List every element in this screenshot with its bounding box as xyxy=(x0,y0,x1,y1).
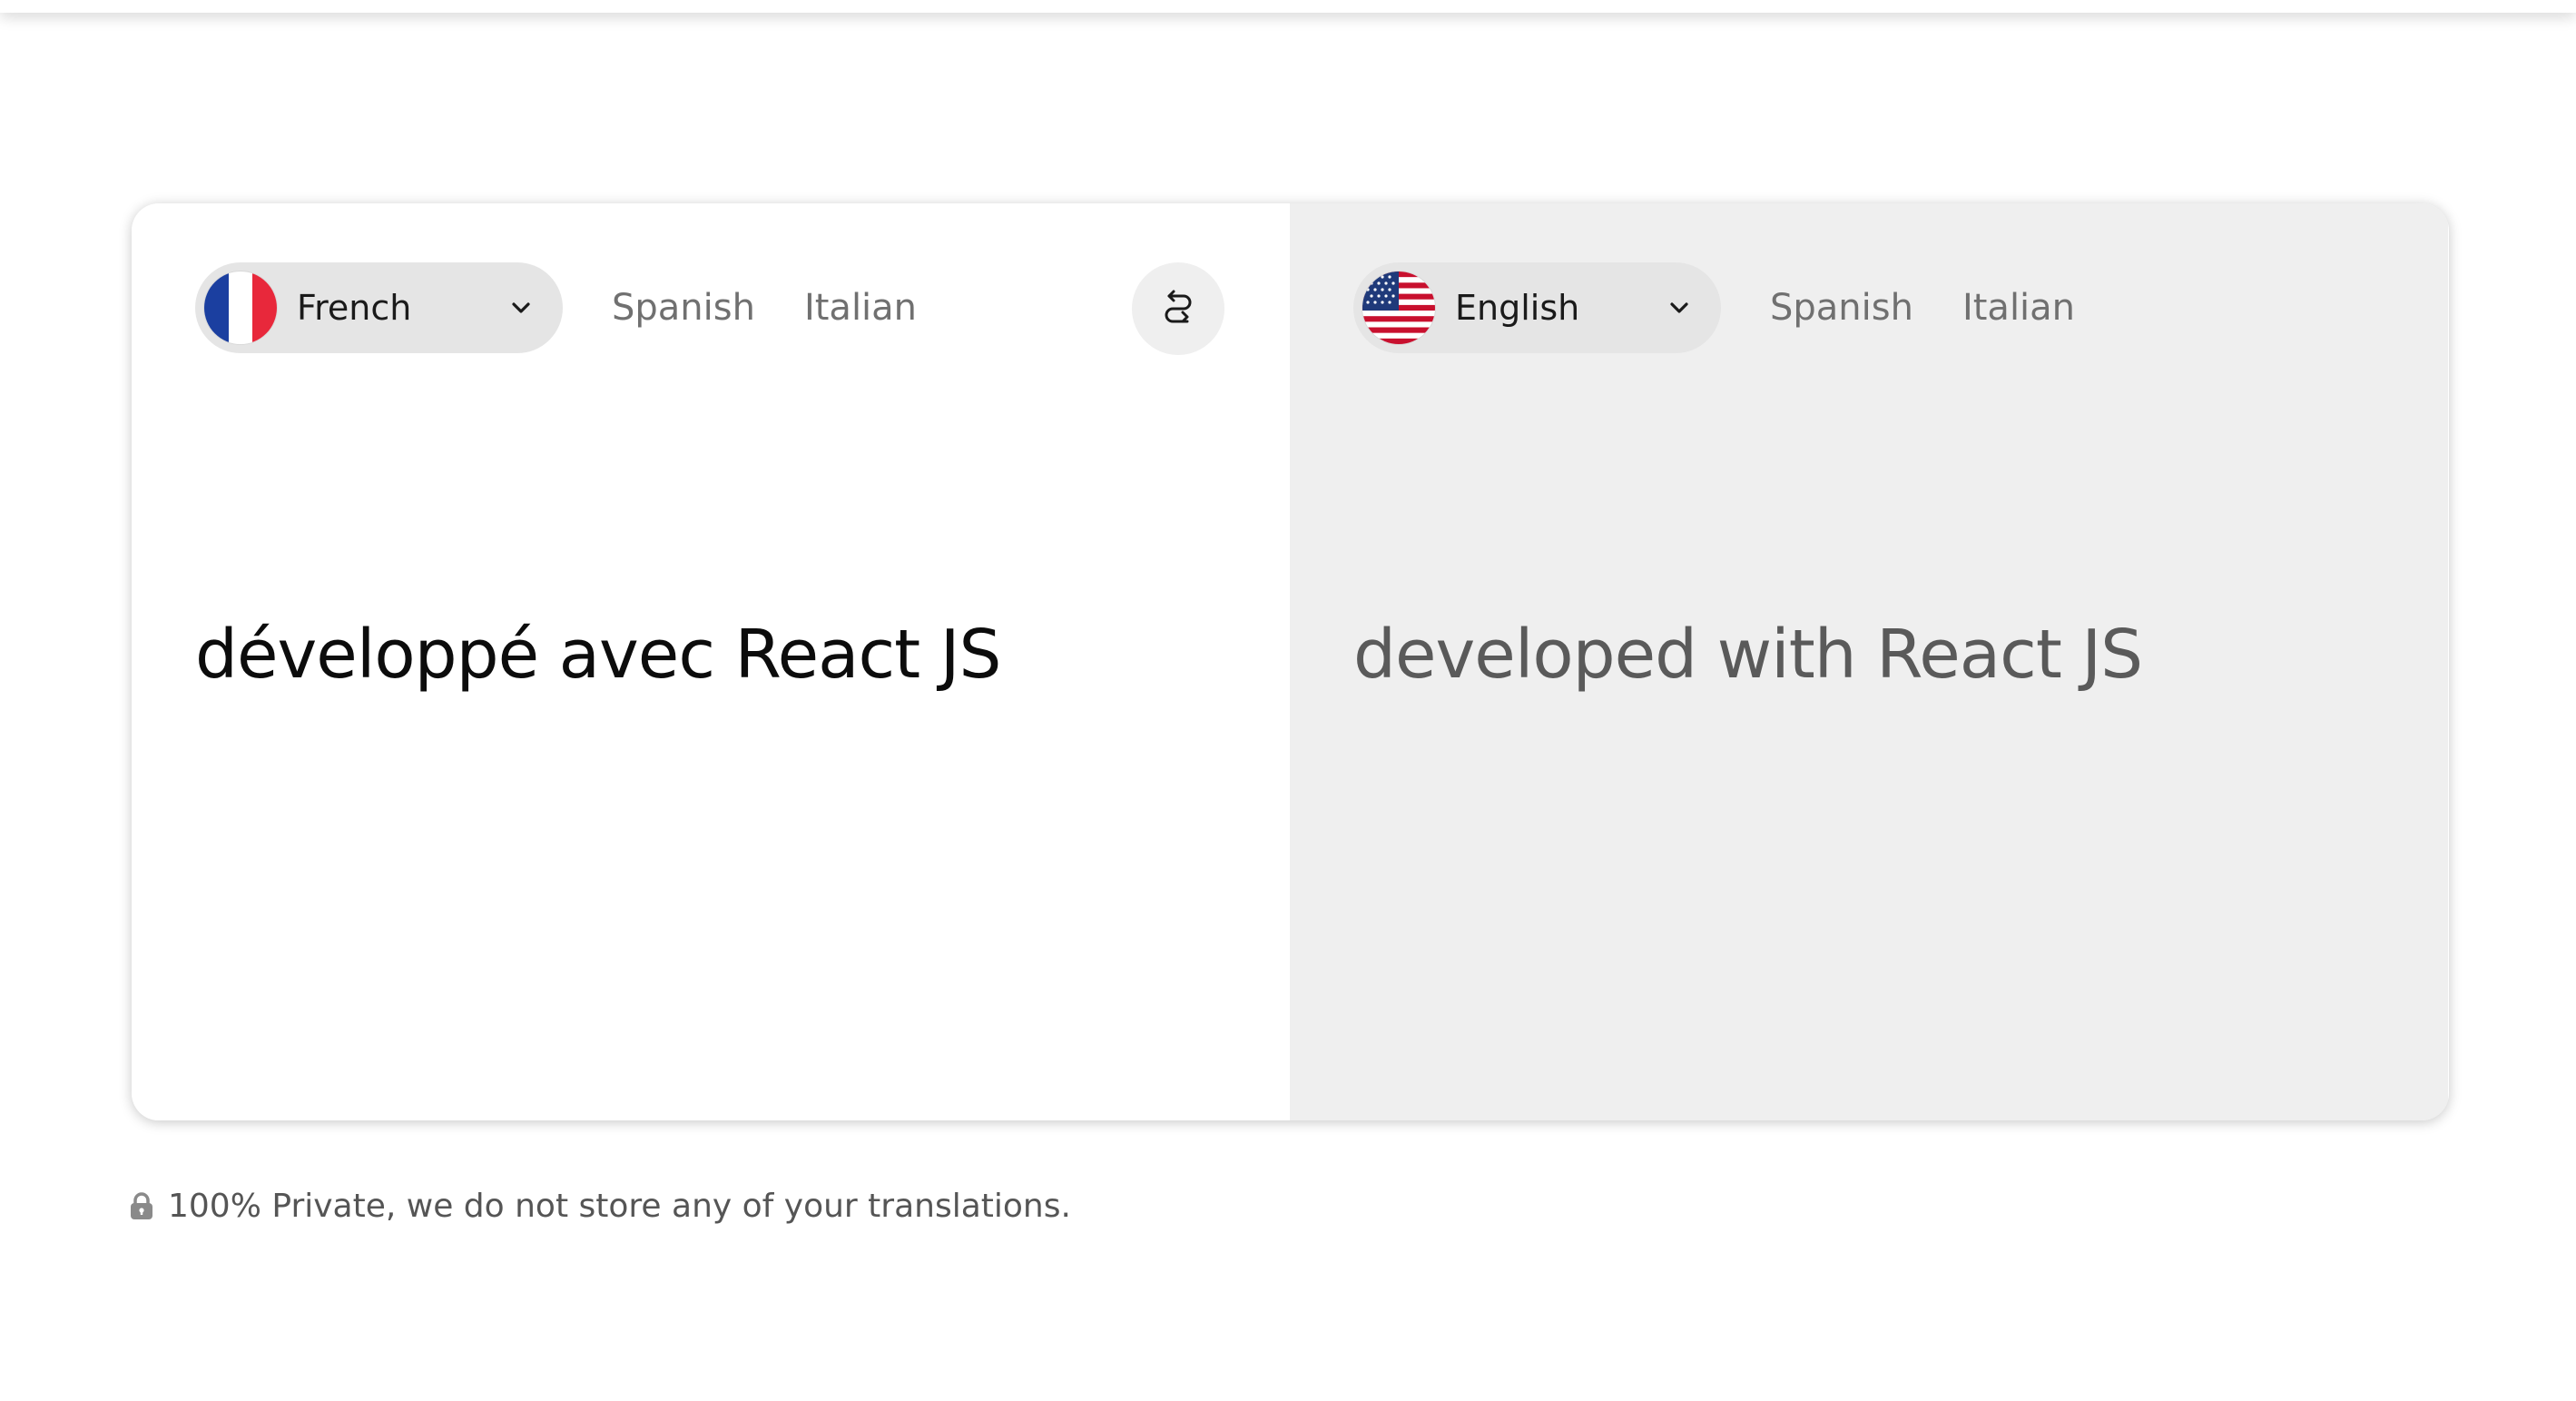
source-language-bar: French Spanish Italian xyxy=(195,262,917,353)
lock-icon xyxy=(128,1191,155,1220)
target-quick-lang-spanish[interactable]: Spanish xyxy=(1770,287,1913,329)
source-language-name: French xyxy=(297,288,412,328)
chevron-down-icon xyxy=(1665,293,1694,322)
source-panel: French Spanish Italian développé avec Re… xyxy=(132,203,1290,1120)
chevron-down-icon xyxy=(506,293,536,322)
target-language-name: English xyxy=(1455,288,1580,328)
source-quick-lang-spanish[interactable]: Spanish xyxy=(612,287,755,329)
translated-text-output: developed with React JS xyxy=(1353,616,2143,694)
top-bar xyxy=(0,0,2576,13)
translator-card: French Spanish Italian développé avec Re… xyxy=(132,203,2449,1120)
france-flag-icon xyxy=(204,271,277,344)
swap-languages-button[interactable] xyxy=(1132,262,1224,355)
target-quick-lang-italian[interactable]: Italian xyxy=(1962,287,2075,329)
target-language-bar: English Spanish Italian xyxy=(1353,262,2075,353)
usa-flag-icon xyxy=(1362,271,1435,344)
source-text-input[interactable]: développé avec React JS xyxy=(195,621,1002,688)
swap-arrows-icon xyxy=(1165,290,1192,323)
target-panel: English Spanish Italian developed with R… xyxy=(1290,203,2448,1120)
privacy-text: 100% Private, we do not store any of you… xyxy=(168,1187,1071,1225)
target-language-select[interactable]: English xyxy=(1353,262,1721,353)
source-language-select[interactable]: French xyxy=(195,262,563,353)
privacy-note: 100% Private, we do not store any of you… xyxy=(128,1187,1071,1225)
source-quick-lang-italian[interactable]: Italian xyxy=(804,287,917,329)
